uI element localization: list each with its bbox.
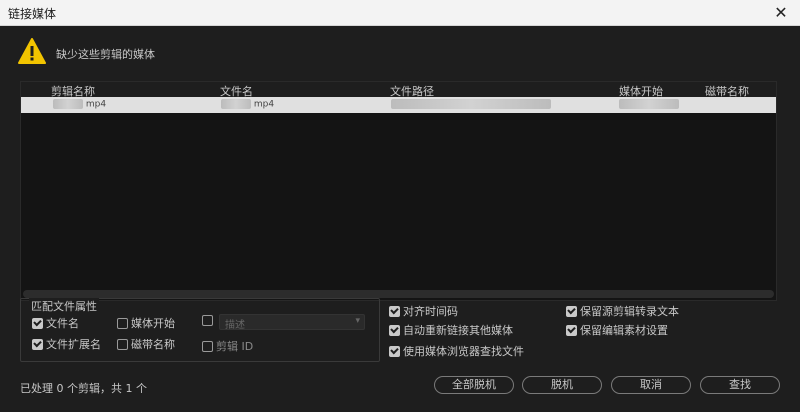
redacted-text	[221, 99, 251, 109]
checkbox-checked-icon	[566, 305, 577, 317]
chevron-down-icon: ▾	[355, 316, 360, 326]
checkbox-checked-icon	[566, 324, 577, 336]
checkbox-checked-icon	[32, 317, 43, 329]
horizontal-scrollbar[interactable]	[23, 290, 774, 298]
file-path-cell	[391, 99, 551, 110]
checkbox-checked-icon	[389, 305, 400, 317]
description-select[interactable]: 描述 ▾	[219, 314, 365, 331]
offline-all-button[interactable]: 全部脱机	[434, 376, 514, 394]
group-title: 匹配文件属性	[29, 298, 99, 314]
find-button[interactable]: 查找	[700, 376, 780, 394]
table-header: 剪辑名称 文件名 文件路径 媒体开始 磁带名称	[21, 82, 776, 98]
checkbox-label: 保留源剪辑转录文本	[580, 305, 679, 318]
cancel-button[interactable]: 取消	[611, 376, 691, 394]
checkbox-label: 文件扩展名	[46, 338, 101, 351]
match-file-extension-checkbox[interactable]: 文件扩展名	[32, 336, 101, 352]
checkbox-label: 文件名	[46, 317, 79, 330]
table-row[interactable]: mp4 mp4	[21, 97, 776, 113]
relink-others-checkbox[interactable]: 自动重新链接其他媒体	[389, 322, 513, 338]
checkbox-label: 对齐时间码	[403, 305, 458, 318]
use-media-browser-checkbox[interactable]: 使用媒体浏览器查找文件	[389, 343, 524, 359]
align-timecode-checkbox[interactable]: 对齐时间码	[389, 303, 458, 319]
match-description-checkbox[interactable]	[202, 315, 213, 326]
redacted-text	[391, 99, 551, 109]
offline-button[interactable]: 脱机	[522, 376, 602, 394]
checkbox-label: 使用媒体浏览器查找文件	[403, 345, 524, 358]
checkbox-label: 磁带名称	[131, 338, 175, 351]
match-file-name-checkbox[interactable]: 文件名	[32, 315, 79, 331]
checkbox-checked-icon	[389, 345, 400, 357]
checkbox-unchecked-icon	[202, 340, 213, 352]
clip-name-value: mp4	[85, 99, 107, 110]
select-value: 描述	[225, 320, 245, 331]
warning-message: 缺少这些剪辑的媒体	[56, 48, 155, 61]
checkbox-checked-icon	[32, 338, 43, 350]
match-media-start-checkbox[interactable]: 媒体开始	[117, 315, 175, 331]
close-icon[interactable]: ✕	[770, 3, 792, 23]
window-title: 链接媒体	[8, 7, 57, 21]
checkbox-label: 自动重新链接其他媒体	[403, 324, 513, 337]
missing-media-table[interactable]: 剪辑名称 文件名 文件路径 媒体开始 磁带名称 mp4 mp4	[20, 81, 777, 301]
file-name-value: mp4	[253, 99, 275, 110]
status-text: 已处理 0 个剪辑，共 1 个	[20, 382, 147, 395]
checkbox-unchecked-icon	[202, 315, 213, 326]
clip-name-cell: mp4	[53, 99, 106, 110]
match-clip-id-checkbox[interactable]: 剪辑 ID	[202, 338, 253, 354]
warning-icon	[18, 38, 46, 64]
checkbox-label: 媒体开始	[131, 317, 175, 330]
checkbox-label: 剪辑 ID	[216, 340, 254, 353]
checkbox-unchecked-icon	[117, 317, 128, 329]
file-name-cell: mp4	[221, 99, 274, 110]
preserve-source-clip-checkbox[interactable]: 保留源剪辑转录文本	[566, 303, 679, 319]
checkbox-label: 保留编辑素材设置	[580, 324, 668, 337]
title-bar: 链接媒体 ✕	[0, 0, 800, 26]
checkbox-checked-icon	[389, 324, 400, 336]
media-start-cell	[619, 99, 679, 110]
preserve-edited-material-checkbox[interactable]: 保留编辑素材设置	[566, 322, 668, 338]
redacted-text	[619, 99, 679, 109]
link-media-dialog: 缺少这些剪辑的媒体 剪辑名称 文件名 文件路径 媒体开始 磁带名称 mp4 mp…	[0, 26, 800, 412]
checkbox-unchecked-icon	[117, 338, 128, 350]
match-tape-name-checkbox[interactable]: 磁带名称	[117, 336, 175, 352]
redacted-text	[53, 99, 83, 109]
